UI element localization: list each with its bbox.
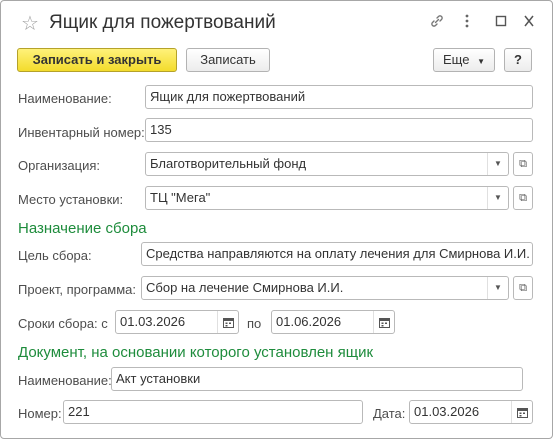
org-label: Организация: [18,158,101,173]
calendar-icon[interactable] [217,311,238,333]
basis-date-value: 01.03.2026 [414,404,480,419]
place-label: Место установки: [18,192,124,207]
name-field[interactable]: Ящик для пожертвований [145,85,533,109]
link-icon[interactable] [429,13,445,32]
date-from-field[interactable]: 01.03.2026 [115,310,239,334]
project-value: Сбор на лечение Смирнова И.И. [146,280,344,295]
star-icon[interactable]: ☆ [21,11,39,36]
date-from-value: 01.03.2026 [120,314,186,329]
more-button[interactable]: Еще ▼ [433,48,495,72]
place-value: ТЦ "Мега" [150,190,211,205]
basis-date-field[interactable]: 01.03.2026 [409,400,533,424]
basis-name-field[interactable]: Акт установки [111,367,523,391]
goal-field[interactable]: Средства направляются на оплату лечения … [141,242,533,266]
more-vertical-icon[interactable] [464,13,470,32]
period-to-label: по [247,316,262,331]
save-button[interactable]: Записать [186,48,270,72]
org-value: Благотворительный фонд [150,156,307,171]
date-to-value: 01.06.2026 [276,314,342,329]
project-select[interactable]: Сбор на лечение Смирнова И.И. ▼ [141,276,509,300]
date-to-field[interactable]: 01.06.2026 [271,310,395,334]
open-link-icon: ⧉ [519,192,527,204]
project-label: Проект, программа: [18,282,137,297]
open-project-button[interactable]: ⧉ [513,276,533,300]
number-field[interactable]: 221 [63,400,363,424]
more-button-label: Еще [443,52,470,67]
basis-section-title: Документ, на основании которого установл… [18,344,374,361]
form-window: ☆ Ящик для пожертвований Записать и закр… [0,0,553,439]
date-label: Дата: [373,406,406,421]
help-button[interactable]: ? [504,48,532,72]
minimize-icon[interactable] [495,13,507,32]
title-bar: ☆ Ящик для пожертвований [1,1,552,45]
goal-label: Цель сбора: [18,248,92,263]
open-link-icon: ⧉ [519,158,527,170]
dropdown-arrow-icon[interactable]: ▼ [487,277,508,299]
name-label: Наименование: [18,91,112,106]
calendar-icon[interactable] [373,311,394,333]
save-and-close-button[interactable]: Записать и закрыть [17,48,177,72]
chevron-down-icon: ▼ [477,57,485,66]
calendar-icon[interactable] [511,401,532,423]
close-icon[interactable] [523,13,535,32]
dropdown-arrow-icon[interactable]: ▼ [487,187,508,209]
period-label: Сроки сбора: с [18,316,108,331]
basis-name-label: Наименование: [18,373,112,388]
open-org-button[interactable]: ⧉ [513,152,533,176]
window-title: Ящик для пожертвований [49,12,276,33]
open-link-icon: ⧉ [519,282,527,294]
org-select[interactable]: Благотворительный фонд ▼ [145,152,509,176]
place-select[interactable]: ТЦ "Мега" ▼ [145,186,509,210]
purpose-section-title: Назначение сбора [18,220,147,237]
inventory-field[interactable]: 135 [145,118,533,142]
dropdown-arrow-icon[interactable]: ▼ [487,153,508,175]
open-place-button[interactable]: ⧉ [513,186,533,210]
inventory-label: Инвентарный номер: [18,125,145,140]
number-label: Номер: [18,406,62,421]
